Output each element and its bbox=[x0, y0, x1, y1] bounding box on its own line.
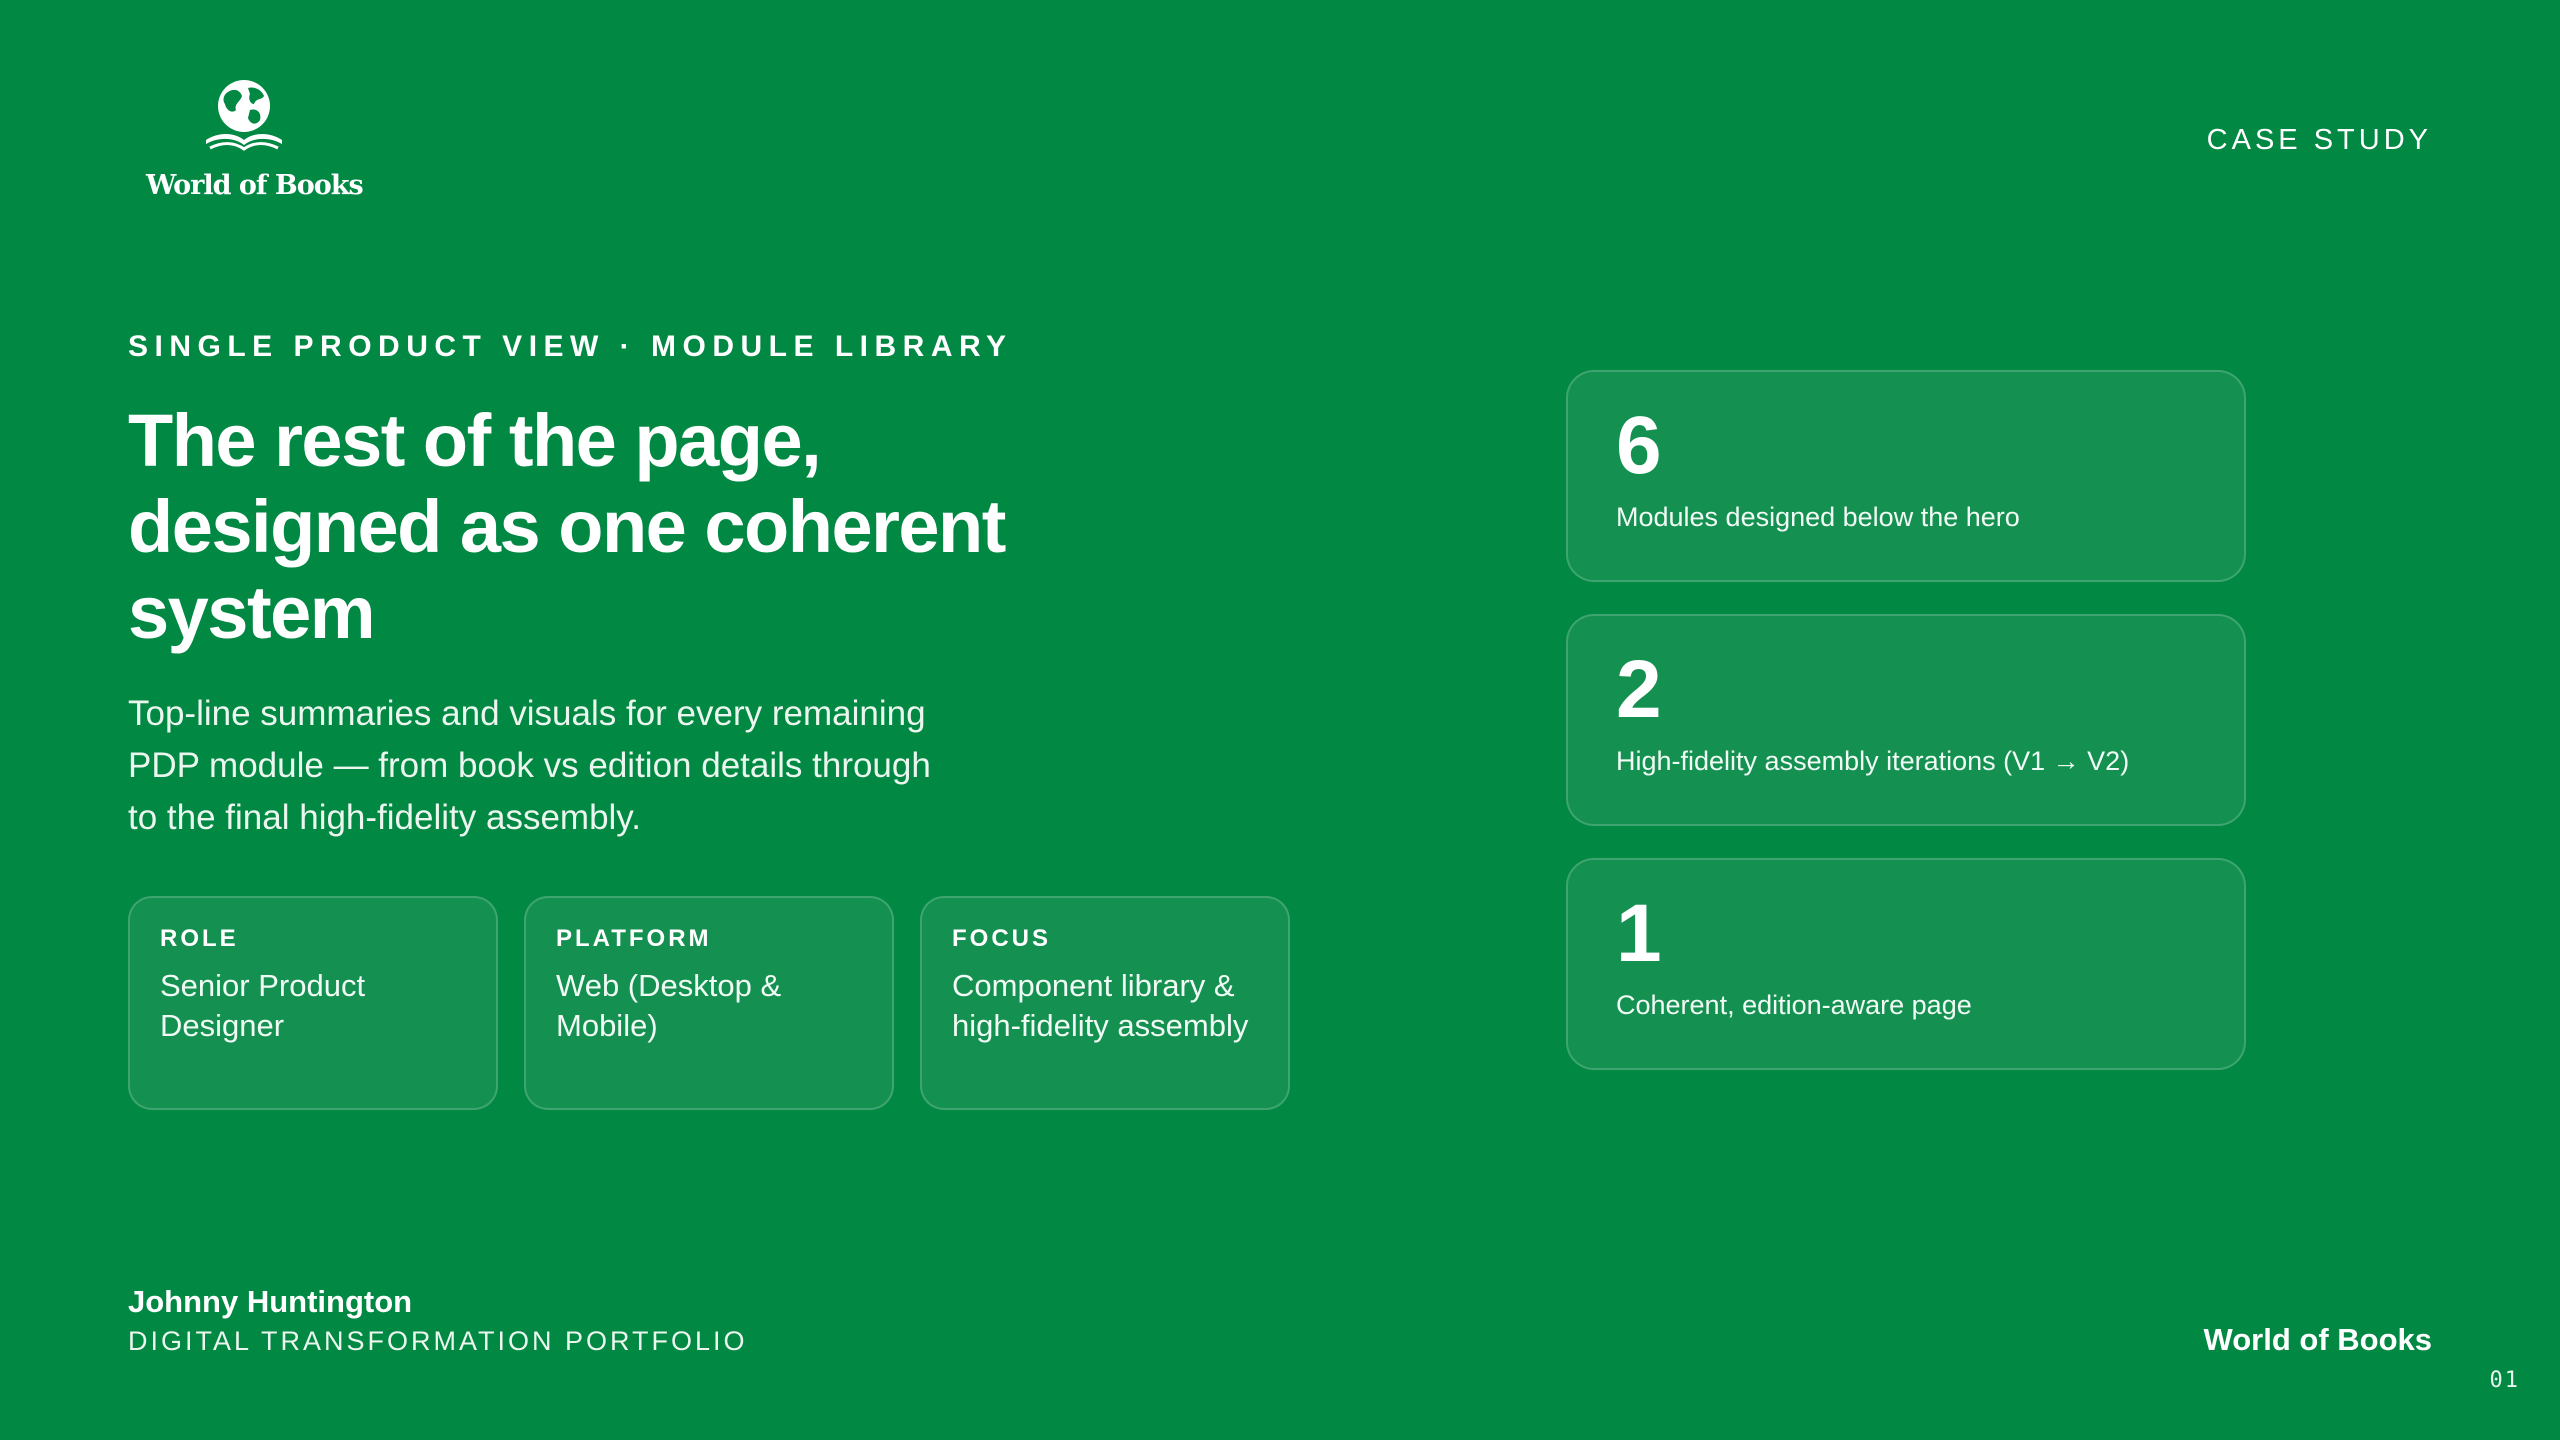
stat-number: 6 bbox=[1616, 400, 1662, 491]
stat-card-page: 1 Coherent, edition-aware page bbox=[1566, 858, 2246, 1070]
stat-card-modules: 6 Modules designed below the hero bbox=[1566, 370, 2246, 582]
stat-number: 2 bbox=[1616, 644, 1662, 735]
page-number: 01 bbox=[2489, 1368, 2520, 1393]
author-name: Johnny Huntington bbox=[128, 1284, 413, 1319]
stat-description: Modules designed below the hero bbox=[1616, 502, 2020, 532]
platform-card: PLATFORM Web (Desktop & Mobile) bbox=[524, 896, 894, 1110]
stat-description: High-fidelity assembly iterations (V1 → … bbox=[1616, 746, 2130, 776]
focus-value: Component library & high-fidelity assemb… bbox=[952, 968, 1249, 1043]
logo-text: World of Books bbox=[146, 170, 364, 201]
stat-number: 1 bbox=[1616, 888, 1662, 979]
case-study-tag: CASE STUDY bbox=[2206, 124, 2432, 156]
globe-book-icon bbox=[206, 80, 282, 151]
eyebrow: SINGLE PRODUCT VIEW · MODULE LIBRARY bbox=[128, 330, 1013, 363]
platform-label: PLATFORM bbox=[556, 925, 712, 952]
stat-description: Coherent, edition-aware page bbox=[1616, 990, 1972, 1020]
role-label: ROLE bbox=[160, 925, 239, 952]
footer-brand: World of Books bbox=[2203, 1322, 2432, 1357]
intro-paragraph: Top-line summaries and visuals for every… bbox=[128, 694, 931, 837]
role-card: ROLE Senior Product Designer bbox=[128, 896, 498, 1110]
focus-card: FOCUS Component library & high-fidelity … bbox=[920, 896, 1290, 1110]
platform-value: Web (Desktop & Mobile) bbox=[556, 968, 782, 1043]
author-subtitle: DIGITAL TRANSFORMATION PORTFOLIO bbox=[128, 1326, 748, 1356]
role-value: Senior Product Designer bbox=[160, 968, 366, 1043]
stat-card-iterations: 2 High-fidelity assembly iterations (V1 … bbox=[1566, 614, 2246, 826]
focus-label: FOCUS bbox=[952, 925, 1051, 952]
brand-logo: World of Books bbox=[146, 76, 364, 206]
page-title: The rest of the page, designed as one co… bbox=[128, 399, 1006, 654]
